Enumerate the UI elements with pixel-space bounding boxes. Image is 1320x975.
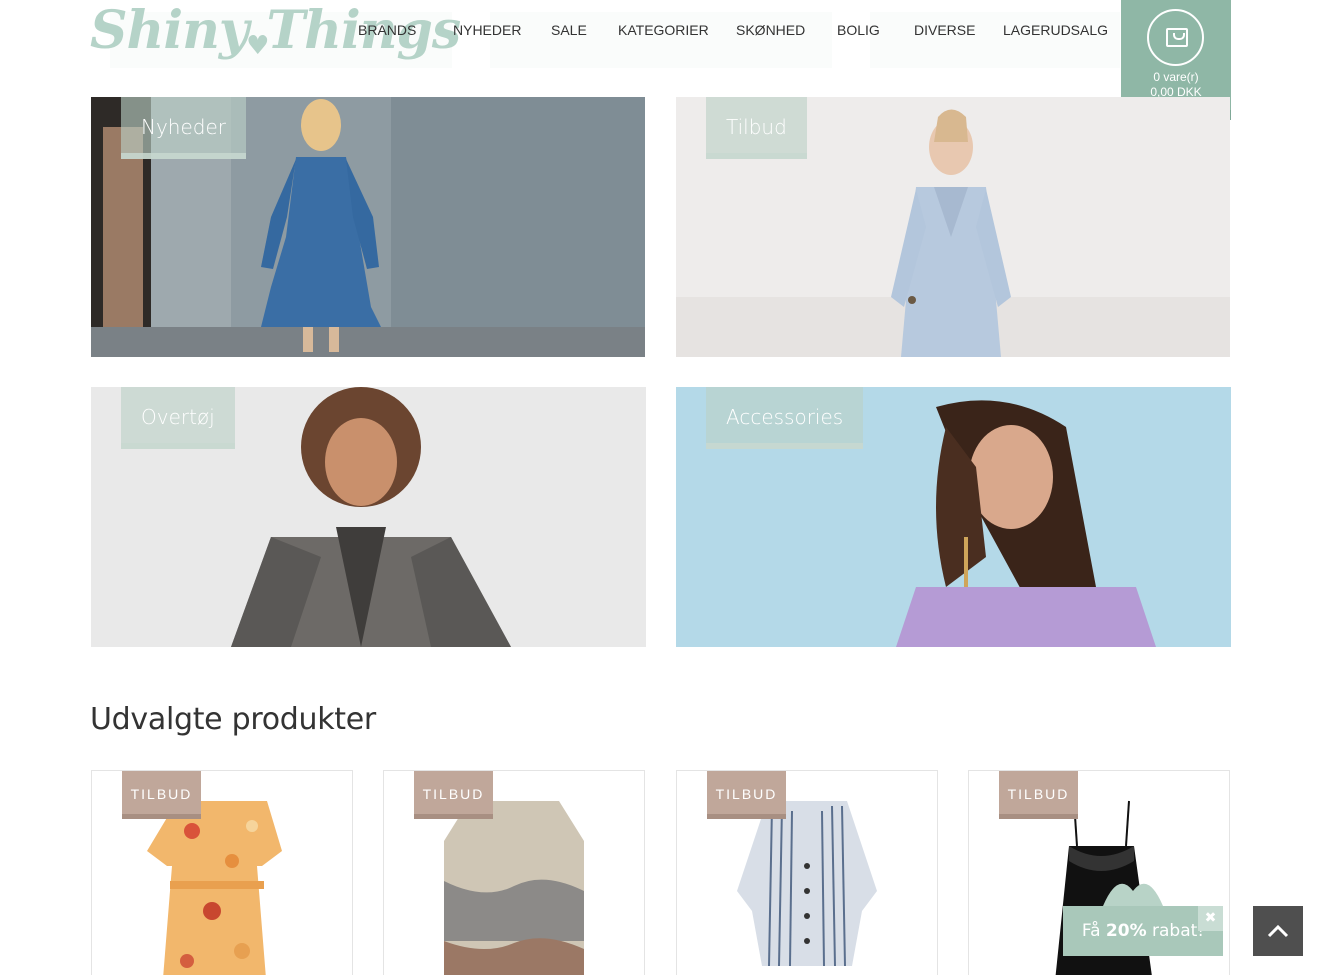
logo-word-shiny: Shiny	[90, 0, 249, 61]
tile-label: Accessories	[706, 387, 864, 449]
sale-badge: TILBUD	[122, 771, 201, 819]
shopping-bag-icon	[1166, 28, 1188, 47]
back-to-top-button[interactable]	[1253, 906, 1303, 956]
tile-label: Overtøj	[121, 387, 235, 449]
promo-percent: 20%	[1105, 921, 1147, 941]
header-background-block	[490, 12, 832, 68]
nav-item-bolig[interactable]: BOLIG	[837, 22, 880, 38]
category-tile-overtoj[interactable]: Overtøj	[91, 387, 646, 647]
nav-item-lagerudsalg[interactable]: LAGERUDSALG	[1003, 22, 1108, 38]
nav-item-brands[interactable]: BRANDS	[358, 22, 416, 38]
tile-label: Tilbud	[706, 97, 807, 159]
category-tile-nyheder[interactable]: Nyheder	[91, 97, 645, 357]
product-card[interactable]: TILBUD	[91, 770, 353, 975]
sale-badge: TILBUD	[999, 771, 1078, 819]
promo-prefix: Få	[1081, 921, 1106, 941]
tile-label: Nyheder	[121, 97, 246, 159]
product-card[interactable]: TILBUD	[676, 770, 938, 975]
nav-item-kategorier[interactable]: KATEGORIER	[618, 22, 709, 38]
nav-item-diverse[interactable]: DIVERSE	[914, 22, 975, 38]
cart-circle	[1147, 9, 1204, 66]
chevron-up-icon	[1267, 924, 1289, 938]
section-title: Udvalgte produkter	[90, 702, 376, 737]
product-card[interactable]: TILBUD	[383, 770, 645, 975]
nav-item-nyheder[interactable]: NYHEDER	[453, 22, 521, 38]
sale-badge: TILBUD	[707, 771, 786, 819]
nav-item-sale[interactable]: SALE	[551, 22, 587, 38]
site-header: Shiny♥Things BRANDS NYHEDER SALE KATEGOR…	[0, 0, 1320, 120]
nav-item-skonhed[interactable]: SKØNHED	[736, 22, 805, 38]
category-tile-tilbud[interactable]: Tilbud	[676, 97, 1230, 357]
promo-suffix: rabat!	[1146, 921, 1205, 941]
category-tile-accessories[interactable]: Accessories	[676, 387, 1231, 647]
sale-badge: TILBUD	[414, 771, 493, 819]
cart-item-count: 0 vare(r)	[1153, 70, 1199, 84]
site-logo[interactable]: Shiny♥Things	[90, 0, 461, 66]
close-icon[interactable]: ✖	[1198, 906, 1223, 931]
header-background-block	[870, 12, 1120, 68]
